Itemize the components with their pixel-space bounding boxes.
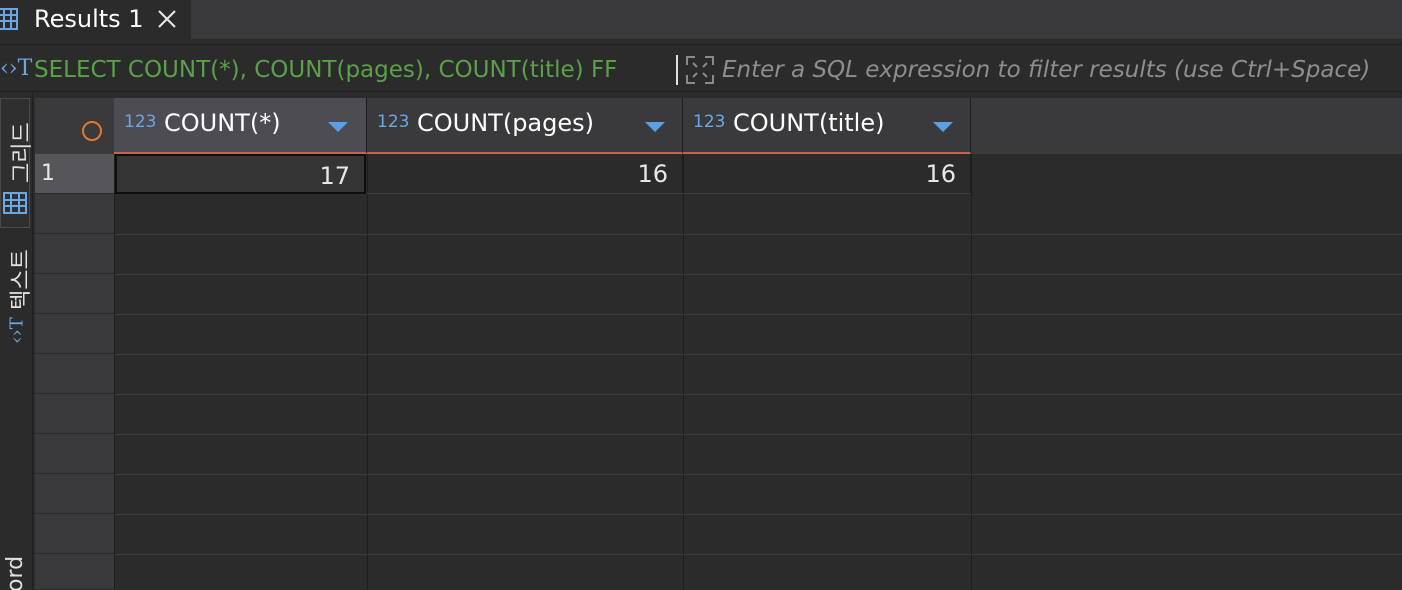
grid-icon	[3, 192, 27, 214]
number-type-icon: 123	[693, 112, 726, 132]
number-type-icon: 123	[124, 112, 157, 132]
column-divider	[114, 154, 115, 590]
table-cell[interactable]: 16	[367, 154, 683, 194]
column-header-count-all[interactable]: 123 COUNT(*)	[114, 98, 367, 154]
view-switcher-panel: 그리드 ‹›T 텍스트 ord	[0, 92, 35, 590]
tab-results-1[interactable]: Results 1	[0, 0, 191, 40]
row-number-empty	[35, 314, 114, 354]
row-divider	[114, 554, 1402, 555]
results-grid: 123 COUNT(*) 123 COUNT(pages) 123 COUNT(…	[35, 92, 1402, 590]
row-number-label: 1	[41, 161, 55, 186]
sort-dropdown-icon[interactable]	[933, 122, 953, 132]
number-type-icon: 123	[377, 112, 410, 132]
column-divider	[971, 154, 972, 590]
sql-query-text[interactable]: SELECT COUNT(*), COUNT(pages), COUNT(tit…	[34, 55, 670, 85]
column-name: COUNT(title)	[733, 109, 885, 137]
cell-value: 16	[637, 160, 668, 188]
row-number-empty	[35, 234, 114, 274]
table-cell-selected[interactable]: 17	[115, 154, 366, 194]
column-divider	[367, 154, 368, 590]
filter-bar: ‹›T SELECT COUNT(*), COUNT(pages), COUNT…	[0, 44, 1402, 92]
filter-input[interactable]	[722, 55, 1402, 85]
row-number-empty	[35, 354, 114, 394]
row-number-empty	[35, 274, 114, 314]
row-divider	[114, 314, 1402, 315]
cell-value: 17	[319, 162, 350, 190]
row-divider	[114, 354, 1402, 355]
results-tabbar: Results 1	[0, 0, 1402, 40]
table-icon	[0, 8, 18, 30]
cell-value: 16	[925, 160, 956, 188]
select-all-icon[interactable]	[82, 121, 102, 141]
column-name: COUNT(*)	[164, 109, 281, 137]
row-number-empty	[35, 194, 114, 234]
column-header-count-pages[interactable]: 123 COUNT(pages)	[367, 98, 683, 154]
column-divider	[683, 154, 684, 590]
row-number-empty	[35, 514, 114, 554]
row-number-empty	[35, 394, 114, 434]
expand-icon[interactable]	[685, 55, 715, 85]
text-view-tab[interactable]: ‹›T 텍스트	[0, 242, 34, 352]
text-view-icon: ‹›T	[6, 317, 28, 344]
grid-corner[interactable]	[35, 98, 114, 154]
tab-label: Results 1	[34, 5, 144, 33]
row-number[interactable]: 1	[35, 154, 114, 194]
record-view-label: ord	[3, 555, 28, 590]
text-caret	[676, 55, 678, 85]
column-header-count-title[interactable]: 123 COUNT(title)	[683, 98, 971, 154]
row-number-empty	[35, 474, 114, 514]
row-number-empty	[35, 434, 114, 474]
sort-dropdown-icon[interactable]	[645, 122, 665, 132]
grid-view-label: 그리드	[10, 122, 35, 183]
sort-dropdown-icon[interactable]	[328, 122, 348, 132]
row-divider	[114, 514, 1402, 515]
row-divider	[114, 434, 1402, 435]
row-number-empty	[35, 554, 114, 590]
sql-text-icon[interactable]: ‹›T	[0, 57, 32, 81]
column-name: COUNT(pages)	[417, 109, 594, 137]
row-divider	[114, 474, 1402, 475]
row-divider	[114, 394, 1402, 395]
row-divider	[114, 234, 1402, 235]
text-view-label: 텍스트	[9, 249, 34, 310]
table-cell[interactable]: 16	[683, 154, 971, 194]
row-divider	[114, 274, 1402, 275]
record-view-tab[interactable]: ord	[0, 552, 30, 590]
grid-view-tab[interactable]: 그리드	[0, 98, 35, 228]
close-icon[interactable]	[154, 6, 180, 32]
